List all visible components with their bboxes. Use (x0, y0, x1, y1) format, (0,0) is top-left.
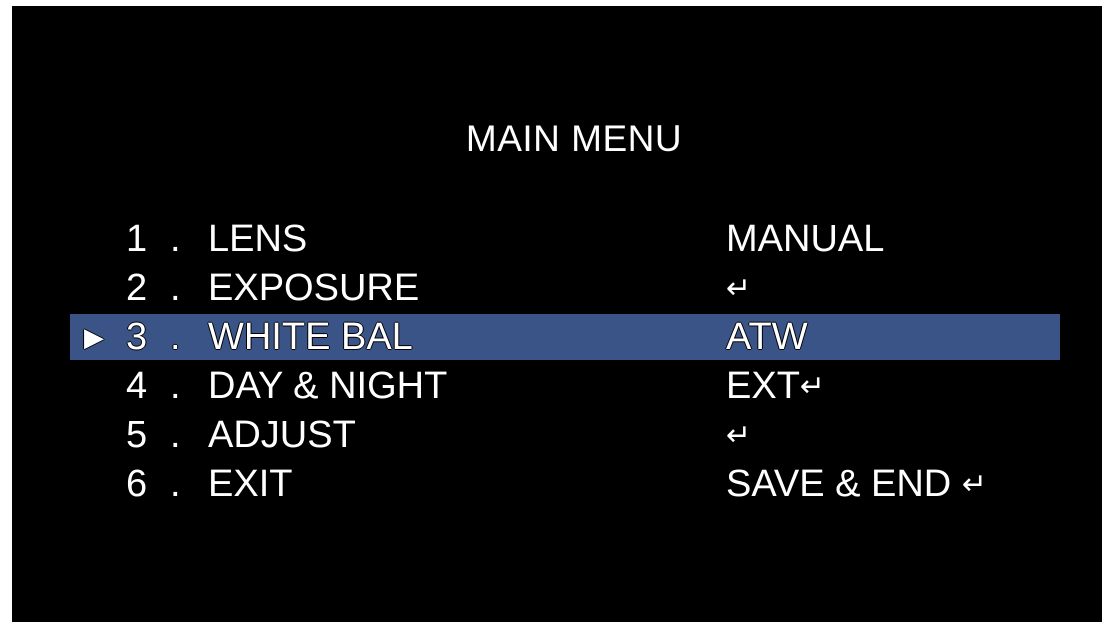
menu-item-dot: . (170, 316, 181, 358)
menu-item-number: 6 (126, 463, 148, 505)
menu-item-value: SAVE & END ↵ (726, 460, 987, 509)
menu-item-exit[interactable]: ▶ 6 . EXIT SAVE & END ↵ (12, 460, 1102, 509)
enter-icon: ↵ (961, 468, 987, 501)
menu-item-number: 4 (126, 365, 148, 407)
menu-item-dot: . (170, 463, 181, 505)
menu-item-number: 2 (126, 267, 148, 309)
menu-item-label: DAY & NIGHT (208, 365, 448, 407)
menu-item-adjust[interactable]: ▶ 5 . ADJUST ↵ (12, 411, 1102, 460)
menu-item-lens[interactable]: ▶ 1 . LENS MANUAL (12, 215, 1102, 264)
value-text: SAVE & END (726, 463, 962, 505)
menu-item-exposure[interactable]: ▶ 2 . EXPOSURE ↵ (12, 264, 1102, 313)
menu-item-label: ADJUST (208, 414, 356, 456)
menu-item-value: ↵ (726, 264, 751, 313)
main-menu: ▶ 1 . LENS MANUAL ▶ 2 . EXPOSURE ↵ ▶ 3 .… (12, 215, 1102, 509)
menu-item-label: WHITE BAL (208, 316, 413, 358)
menu-item-dot: . (170, 365, 181, 407)
osd-screen: MAIN MENU ▶ 1 . LENS MANUAL ▶ 2 . EXPOSU… (12, 6, 1102, 622)
menu-item-number: 1 (126, 218, 148, 260)
value-text: MANUAL (726, 218, 885, 260)
value-text: EXT (726, 365, 800, 407)
menu-item-dot: . (170, 267, 181, 309)
menu-item-number: 5 (126, 414, 148, 456)
enter-icon: ↵ (799, 370, 826, 403)
enter-icon: ↵ (726, 419, 752, 452)
menu-item-value: MANUAL (726, 215, 884, 264)
cursor-arrow-icon: ▶ (84, 322, 104, 352)
menu-item-value: ATW (726, 313, 808, 362)
menu-item-value: ↵ (726, 411, 751, 460)
menu-item-dot: . (170, 414, 181, 456)
enter-icon: ↵ (726, 272, 752, 305)
menu-item-white-bal[interactable]: ▶ 3 . WHITE BAL ATW (12, 313, 1102, 362)
menu-item-label: EXIT (208, 463, 293, 505)
value-text: ATW (726, 316, 808, 358)
menu-item-label: LENS (208, 218, 308, 260)
menu-item-label: EXPOSURE (208, 267, 420, 309)
menu-title: MAIN MENU (465, 118, 683, 159)
menu-item-day-night[interactable]: ▶ 4 . DAY & NIGHT EXT↵ (12, 362, 1102, 411)
menu-item-number: 3 (126, 316, 148, 358)
menu-item-dot: . (170, 218, 181, 260)
menu-item-value: EXT↵ (726, 362, 825, 411)
